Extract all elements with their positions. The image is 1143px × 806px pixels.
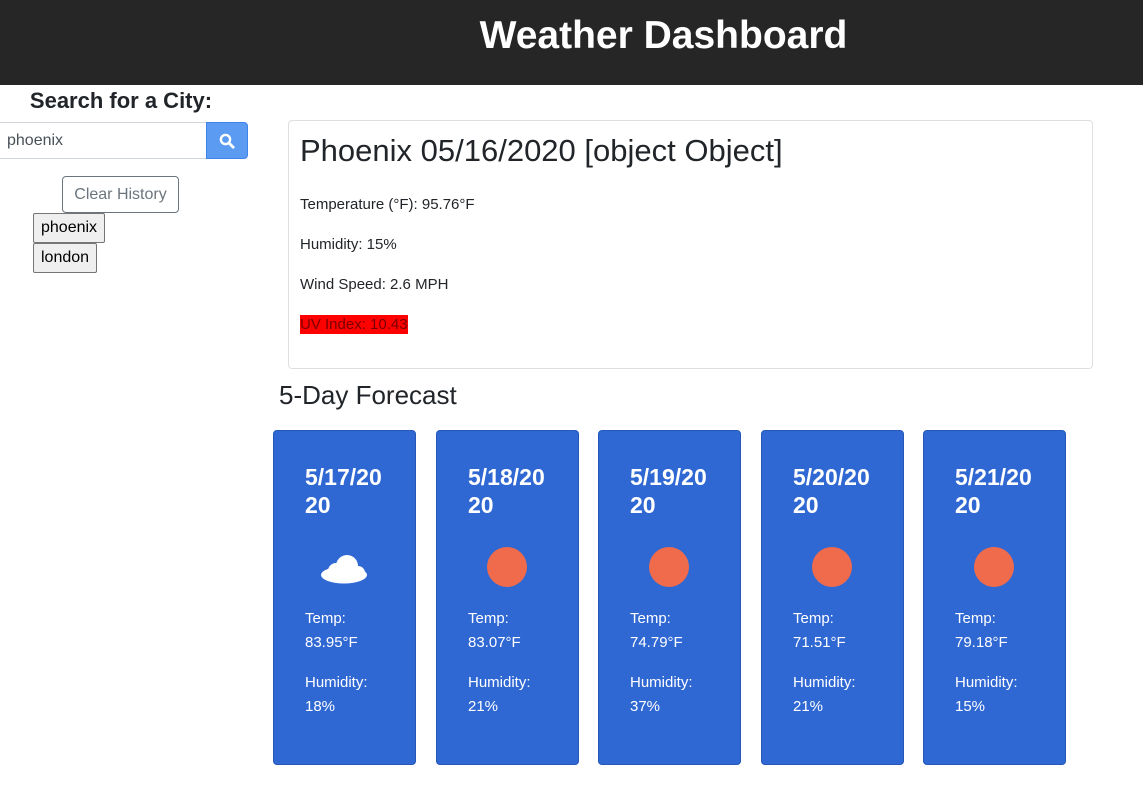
forecast-temp: 83.07°F	[468, 634, 521, 651]
current-temperature: Temperature (°F): 95.76°F	[300, 196, 475, 213]
search-button[interactable]	[206, 122, 248, 159]
cloud-icon	[321, 555, 367, 584]
header-bar: Weather Dashboard	[0, 0, 1143, 85]
sun-icon	[974, 547, 1014, 587]
search-heading: Search for a City:	[29, 88, 213, 113]
forecast-card: 5/21/2020 Temp: 79.18°F Humidity: 15%	[923, 430, 1066, 765]
forecast-card: 5/20/2020 Temp: 71.51°F Humidity: 21%	[761, 430, 904, 765]
forecast-date: 5/18/2020	[468, 464, 545, 518]
sun-icon	[649, 547, 689, 587]
forecast-card: 5/19/2020 Temp: 74.79°F Humidity: 37%	[598, 430, 741, 765]
forecast-temp-label: Temp:	[305, 610, 346, 627]
forecast-humidity: 15%	[955, 698, 986, 715]
current-city-title: Phoenix 05/16/2020 [object Object]	[300, 133, 783, 168]
city-search-input[interactable]	[0, 122, 207, 159]
forecast-heading: 5-Day Forecast	[279, 380, 457, 410]
forecast-temp: 71.51°F	[793, 634, 846, 651]
history-item-phoenix[interactable]: phoenix	[33, 213, 106, 243]
forecast-date: 5/21/2020	[955, 464, 1032, 518]
forecast-temp-label: Temp:	[468, 610, 509, 627]
forecast-temp-label: Temp:	[955, 610, 996, 627]
forecast-humidity: 21%	[468, 698, 499, 715]
current-weather-card: Phoenix 05/16/2020 [object Object] Tempe…	[288, 120, 1093, 369]
forecast-date: 5/17/2020	[305, 464, 382, 518]
forecast-date: 5/20/2020	[793, 464, 870, 518]
forecast-humidity-label: Humidity:	[630, 674, 693, 691]
uv-index-badge: UV Index: 10.43	[300, 315, 408, 334]
forecast-humidity-label: Humidity:	[955, 674, 1018, 691]
forecast-card: 5/17/2020 Temp: 83.95°F Humidity: 18%	[273, 430, 416, 765]
forecast-temp-label: Temp:	[793, 610, 834, 627]
history-item-london[interactable]: london	[33, 243, 98, 273]
search-icon	[219, 133, 235, 149]
forecast-humidity-label: Humidity:	[793, 674, 856, 691]
sun-icon	[487, 547, 527, 587]
page-title: Weather Dashboard	[479, 14, 848, 57]
forecast-temp-label: Temp:	[630, 610, 671, 627]
sun-icon	[812, 547, 852, 587]
forecast-humidity: 21%	[793, 698, 824, 715]
forecast-temp: 79.18°F	[955, 634, 1008, 651]
forecast-humidity-label: Humidity:	[305, 674, 368, 691]
forecast-date: 5/19/2020	[630, 464, 707, 518]
forecast-card: 5/18/2020 Temp: 83.07°F Humidity: 21%	[436, 430, 579, 765]
current-humidity: Humidity: 15%	[300, 236, 397, 253]
forecast-temp: 74.79°F	[630, 634, 683, 651]
forecast-humidity: 37%	[630, 698, 661, 715]
current-wind-speed: Wind Speed: 2.6 MPH	[300, 276, 449, 293]
clear-history-button[interactable]: Clear History	[62, 176, 179, 213]
forecast-humidity: 18%	[305, 698, 336, 715]
forecast-temp: 83.95°F	[305, 634, 358, 651]
forecast-humidity-label: Humidity:	[468, 674, 531, 691]
